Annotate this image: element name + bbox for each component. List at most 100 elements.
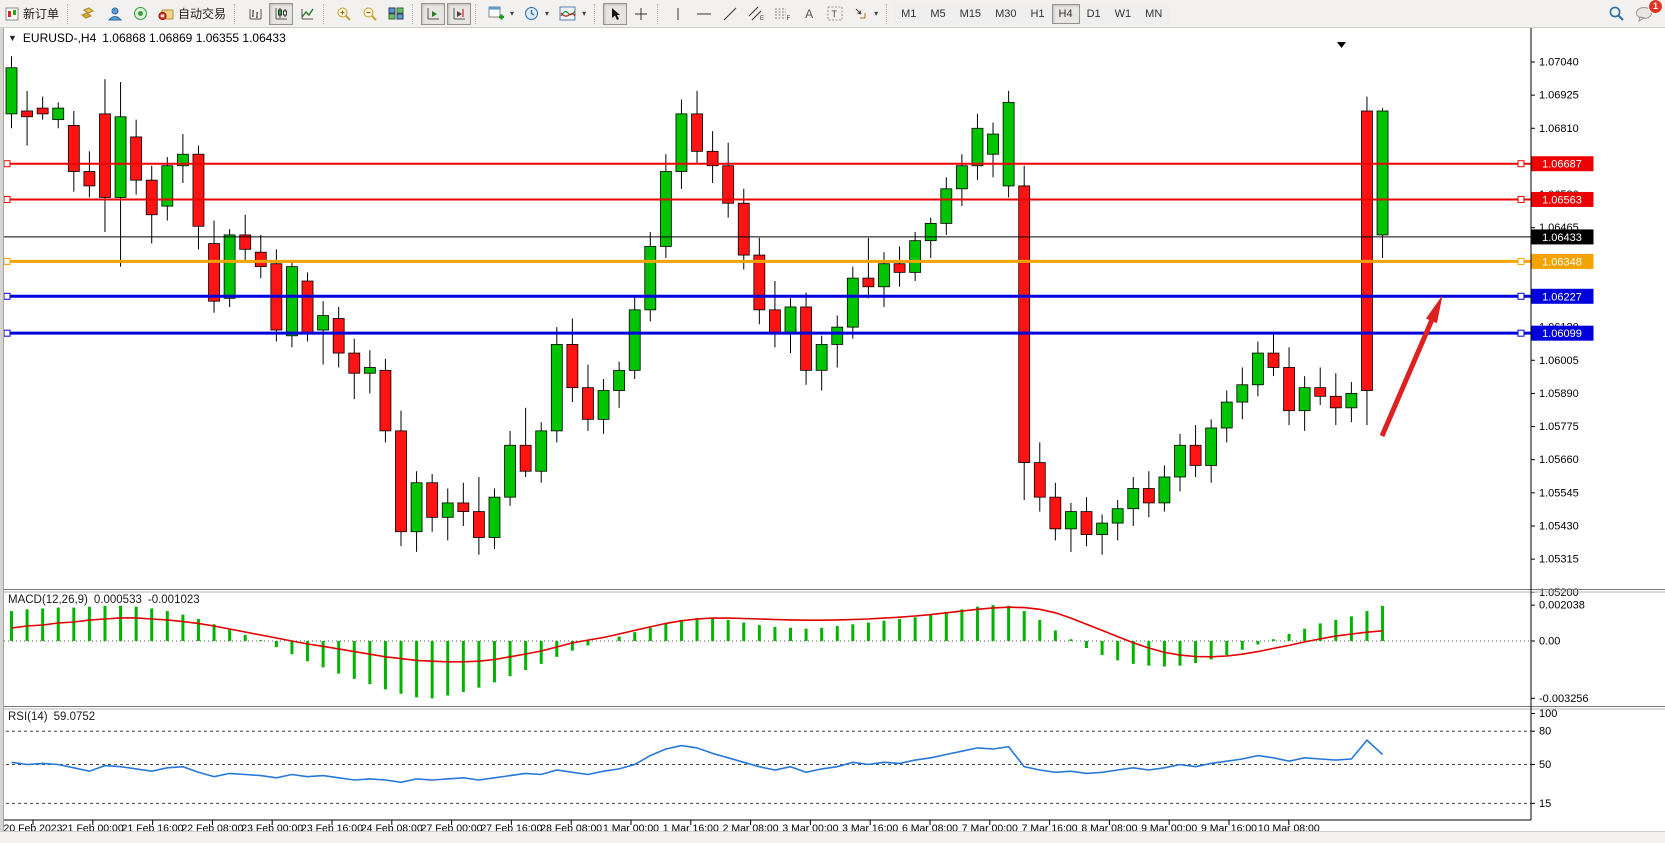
zoom-in-button[interactable] (332, 3, 356, 25)
vertical-line-tool-button[interactable] (666, 3, 690, 25)
gold-icon (80, 7, 96, 21)
mt4-window: 1.07040 1.06925 1.06810 1.06695 1.06580 … (0, 0, 1665, 843)
separator (886, 4, 891, 24)
community-button[interactable] (102, 3, 126, 25)
svg-text:1.06227: 1.06227 (1542, 291, 1582, 303)
timeframe-group: M1M5M15M30H1H4D1W1MN (894, 4, 1169, 24)
svg-text:1.05315: 1.05315 (1539, 554, 1579, 566)
cursor-tool-button[interactable] (603, 3, 627, 25)
svg-text:F: F (787, 16, 791, 21)
line-chart-button[interactable] (295, 3, 319, 25)
separator (323, 4, 328, 24)
bar-chart-button[interactable] (243, 3, 267, 25)
dropdown-arrow-icon: ▾ (510, 9, 514, 18)
indicators-button[interactable]: ▾ (555, 3, 590, 25)
svg-text:-0.003256: -0.003256 (1539, 693, 1589, 705)
new-order-label: 新订单 (23, 5, 59, 22)
auto-scroll-button[interactable] (421, 3, 445, 25)
separator (594, 4, 599, 24)
auto-scroll-icon (426, 6, 441, 21)
line-chart-icon (300, 6, 315, 21)
separator (234, 4, 239, 24)
timeframe-w1[interactable]: W1 (1108, 4, 1139, 24)
svg-text:1.06687: 1.06687 (1542, 159, 1582, 171)
timeframe-d1[interactable]: D1 (1080, 4, 1108, 24)
rsi-label: RSI(14) 59.0752 (8, 711, 95, 723)
notifications-button[interactable]: 1 (1631, 3, 1657, 25)
gold-button[interactable] (76, 3, 100, 25)
svg-text:1.06810: 1.06810 (1539, 123, 1579, 135)
svg-text:0.00: 0.00 (1539, 636, 1560, 648)
new-order-icon (5, 7, 19, 21)
svg-text:1.05660: 1.05660 (1539, 454, 1579, 466)
macd-label: MACD(12,26,9) 0.000533 -0.001023 (8, 594, 200, 606)
horizontal-line-tool-button[interactable] (692, 3, 716, 25)
zoom-out-icon (362, 6, 378, 22)
trendline-icon (723, 7, 737, 21)
timeframe-h1[interactable]: H1 (1023, 4, 1051, 24)
fibonacci-icon: F (774, 6, 791, 21)
crosshair-tool-button[interactable] (629, 3, 653, 25)
notification-badge: 1 (1648, 0, 1663, 14)
arrows-tool-button[interactable]: ▾ (849, 3, 882, 25)
collapse-triangle-icon[interactable]: ▼ (8, 33, 17, 43)
vertical-line-icon (673, 7, 683, 21)
svg-text:1.07040: 1.07040 (1539, 57, 1579, 69)
tile-windows-button[interactable] (384, 3, 408, 25)
equidistant-channel-icon: E (748, 6, 764, 21)
separator (412, 4, 417, 24)
new-order-button[interactable]: 新订单 (1, 3, 63, 25)
bar-chart-icon (248, 6, 263, 21)
signals-button[interactable] (128, 3, 152, 25)
svg-text:1.05545: 1.05545 (1539, 487, 1579, 499)
macd-value-main: 0.000533 (94, 594, 142, 606)
macd-value-signal: -0.001023 (148, 594, 200, 606)
timeframe-m15[interactable]: M15 (953, 4, 988, 24)
community-person-icon (107, 6, 122, 21)
auto-trading-button[interactable]: 自动交易 (154, 3, 230, 25)
chart-svg: 1.07040 1.06925 1.06810 1.06695 1.06580 … (0, 0, 1665, 843)
zoom-in-icon (336, 6, 352, 22)
chart-shift-button[interactable] (447, 3, 471, 25)
label-tool-button[interactable]: T (823, 3, 847, 25)
search-icon (1608, 5, 1625, 22)
separator (475, 4, 480, 24)
candlestick-chart-button[interactable] (269, 3, 293, 25)
trendline-tool-button[interactable] (718, 3, 742, 25)
svg-text:E: E (760, 16, 764, 21)
svg-text:80: 80 (1539, 726, 1551, 738)
zoom-out-button[interactable] (358, 3, 382, 25)
svg-text:1.06099: 1.06099 (1542, 328, 1582, 340)
svg-text:1.06563: 1.06563 (1542, 194, 1582, 206)
rsi-name: RSI(14) (8, 711, 48, 723)
text-tool-button[interactable]: A (797, 3, 821, 25)
symbol-period-label: EURUSD-,H4 (23, 31, 96, 45)
timeframe-m5[interactable]: M5 (923, 4, 952, 24)
search-button[interactable] (1604, 3, 1629, 25)
dropdown-arrow-icon: ▾ (582, 9, 586, 18)
arrow-objects-icon (853, 6, 868, 21)
timeframe-m1[interactable]: M1 (894, 4, 923, 24)
svg-text:50: 50 (1539, 759, 1551, 771)
signal-icon (133, 6, 148, 21)
auto-trading-icon (158, 6, 174, 21)
dropdown-arrow-icon: ▾ (874, 9, 878, 18)
separator (657, 4, 662, 24)
svg-text:1.06005: 1.06005 (1539, 355, 1579, 367)
new-chart-button[interactable]: ▾ (484, 3, 518, 25)
tile-windows-icon (388, 6, 404, 21)
timeframe-mn[interactable]: MN (1138, 4, 1169, 24)
fibonacci-tool-button[interactable]: F (770, 3, 795, 25)
svg-text:T: T (832, 9, 838, 19)
period-button[interactable]: ▾ (520, 3, 553, 25)
timeframe-h4[interactable]: H4 (1052, 4, 1080, 24)
rsi-value: 59.0752 (54, 711, 96, 723)
chart-area[interactable]: 1.07040 1.06925 1.06810 1.06695 1.06580 … (0, 0, 1665, 843)
dropdown-arrow-icon: ▾ (545, 9, 549, 18)
candlestick-chart-icon (274, 6, 289, 21)
timeframe-m30[interactable]: M30 (988, 4, 1023, 24)
channel-tool-button[interactable]: E (744, 3, 768, 25)
cursor-icon (609, 7, 622, 21)
crosshair-icon (634, 7, 648, 21)
chart-shift-icon (452, 6, 467, 21)
